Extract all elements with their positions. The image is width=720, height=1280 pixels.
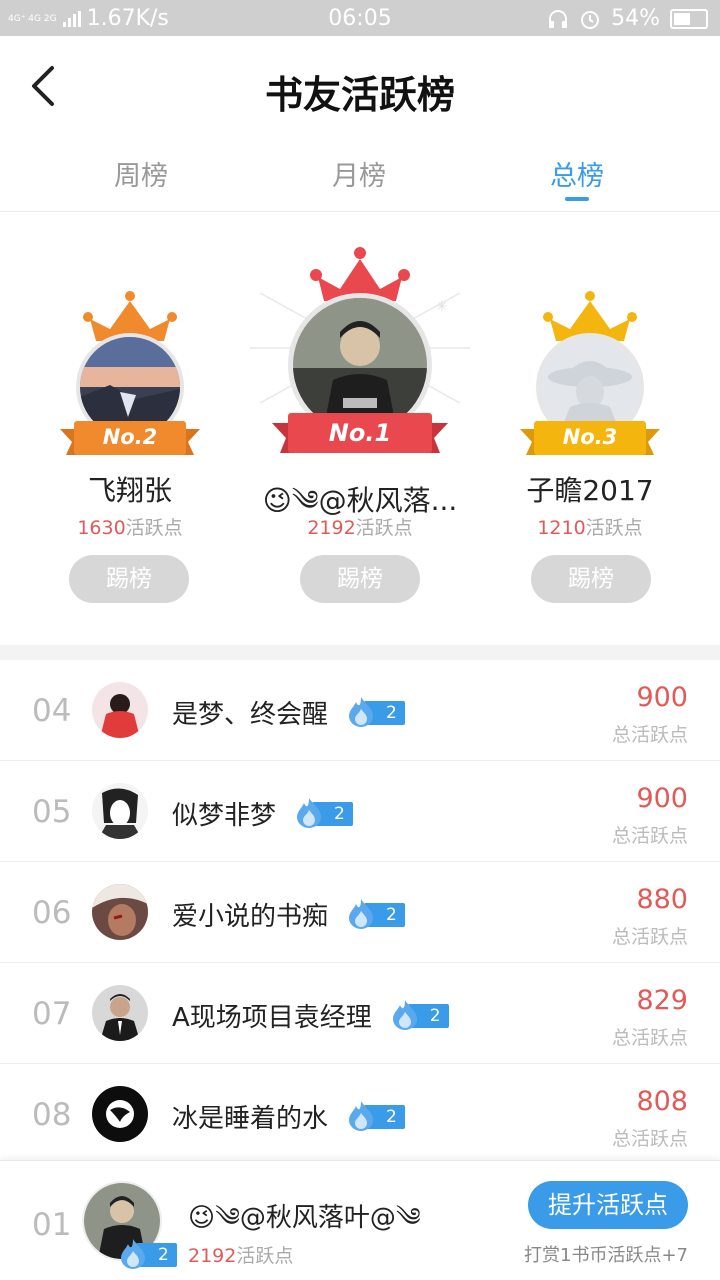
kick-button[interactable]: 踢榜 <box>531 555 651 603</box>
score-label: 总活跃点 <box>611 825 688 847</box>
score-label: 总活跃点 <box>611 1128 688 1150</box>
rank-number: 08 <box>32 1097 72 1133</box>
level-badge: 2 <box>390 999 449 1030</box>
podium-score: 1630活跃点 <box>77 517 183 539</box>
active-tab-indicator <box>565 197 589 201</box>
battery-percent: 54% <box>611 6 660 31</box>
user-name: 爱小说的书痴 <box>172 902 329 932</box>
ranking-tabs: 周榜 月榜 总榜 <box>0 140 720 212</box>
battery-icon <box>670 8 708 29</box>
status-bar: 4G⁺ 4G 2G 1.67K/s 06:05 54% <box>0 0 720 36</box>
score-label: 总活跃点 <box>611 724 688 746</box>
avatar[interactable] <box>92 783 148 839</box>
level-badge: 2 <box>346 696 405 727</box>
list-item[interactable]: 07 A现场项目袁经理 2 829 总活跃点 <box>0 963 720 1064</box>
score-label: 总活跃点 <box>611 926 688 948</box>
score-value: 829 <box>636 985 688 1016</box>
podium-third: No.3 子瞻2017 1210活跃点 踢榜 <box>520 285 660 605</box>
list-item[interactable]: 08 冰是睡着的水 2 808 总活跃点 <box>0 1064 720 1165</box>
flame-icon <box>297 797 322 828</box>
rank-badge-label: No.2 <box>102 425 158 449</box>
rank-badge-label: No.1 <box>328 419 392 447</box>
flame-icon <box>349 696 374 727</box>
score-value: 900 <box>636 783 688 814</box>
kick-button[interactable]: 踢榜 <box>69 555 189 603</box>
alarm-icon <box>581 10 600 29</box>
boost-activity-button[interactable]: 提升活跃点 <box>528 1181 688 1229</box>
score-value: 900 <box>636 682 688 713</box>
avatar[interactable] <box>92 1086 148 1142</box>
rank-number: 05 <box>32 794 72 830</box>
list-item[interactable]: 06 爱小说的书痴 2 880 总活跃点 <box>0 862 720 963</box>
my-rank-bar: 01 2 😉༄@秋风落叶@༄ 2192活跃点 提升活跃点 打赏1书币活跃点+7 <box>0 1160 720 1280</box>
level-badge: 2 <box>118 1239 177 1269</box>
flame-icon <box>349 1100 374 1131</box>
podium-second: No.2 飞翔张 1630活跃点 踢榜 <box>60 285 200 605</box>
tab-monthly[interactable]: 月榜 <box>279 154 439 193</box>
tab-total[interactable]: 总榜 <box>497 154 657 193</box>
podium-name: 飞翔张 <box>87 474 172 507</box>
list-item[interactable]: 04 是梦、终会醒 2 900 总活跃点 <box>0 660 720 761</box>
rank-number: 04 <box>32 693 72 729</box>
svg-text:✳: ✳ <box>436 299 448 315</box>
flame-icon <box>121 1239 145 1269</box>
ranking-list: 04 是梦、终会醒 2 900 总活跃点 05 似梦非梦 2 900 总活跃点 … <box>0 660 720 1165</box>
reward-tip: 打赏1书币活跃点+7 <box>524 1245 688 1266</box>
score-label: 总活跃点 <box>611 1027 688 1049</box>
level-badge: 2 <box>294 797 353 828</box>
score-value: 880 <box>636 884 688 915</box>
headset-icon <box>549 9 568 28</box>
user-name: 似梦非梦 <box>172 801 277 831</box>
avatar[interactable] <box>92 985 148 1041</box>
avatar[interactable] <box>92 682 148 738</box>
podium-score: 1210活跃点 <box>537 517 643 539</box>
page-title: 书友活跃榜 <box>264 72 455 117</box>
flame-icon <box>349 898 374 929</box>
podium-score: 2192活跃点 <box>307 517 413 539</box>
user-name: A现场项目袁经理 <box>172 1003 372 1033</box>
rank-badge-label: No.3 <box>562 425 618 449</box>
podium-first: ✳ No.1 😉༄@秋风落... 2192活跃点 踢榜 <box>250 243 470 603</box>
flame-icon <box>392 999 417 1030</box>
rank-number: 07 <box>32 996 72 1032</box>
kick-button[interactable]: 踢榜 <box>300 555 420 603</box>
rank-number: 06 <box>32 895 72 931</box>
section-divider <box>0 645 720 660</box>
top-three-podium: No.2 飞翔张 1630活跃点 踢榜 ✳ No.1 😉༄@秋风落... 219… <box>0 213 720 643</box>
avatar[interactable] <box>92 884 148 940</box>
level-badge: 2 <box>346 1100 405 1131</box>
tab-weekly[interactable]: 周榜 <box>61 154 221 193</box>
podium-name: 子瞻2017 <box>526 474 654 507</box>
level-badge: 2 <box>346 898 405 929</box>
list-item[interactable]: 05 似梦非梦 2 900 总活跃点 <box>0 761 720 862</box>
user-name: 冰是睡着的水 <box>172 1104 329 1134</box>
my-score: 2192活跃点 <box>188 1245 294 1267</box>
user-name: 是梦、终会醒 <box>172 700 329 730</box>
header: 书友活跃榜 <box>0 36 720 136</box>
my-rank-number: 01 <box>32 1207 72 1243</box>
score-value: 808 <box>636 1086 688 1117</box>
